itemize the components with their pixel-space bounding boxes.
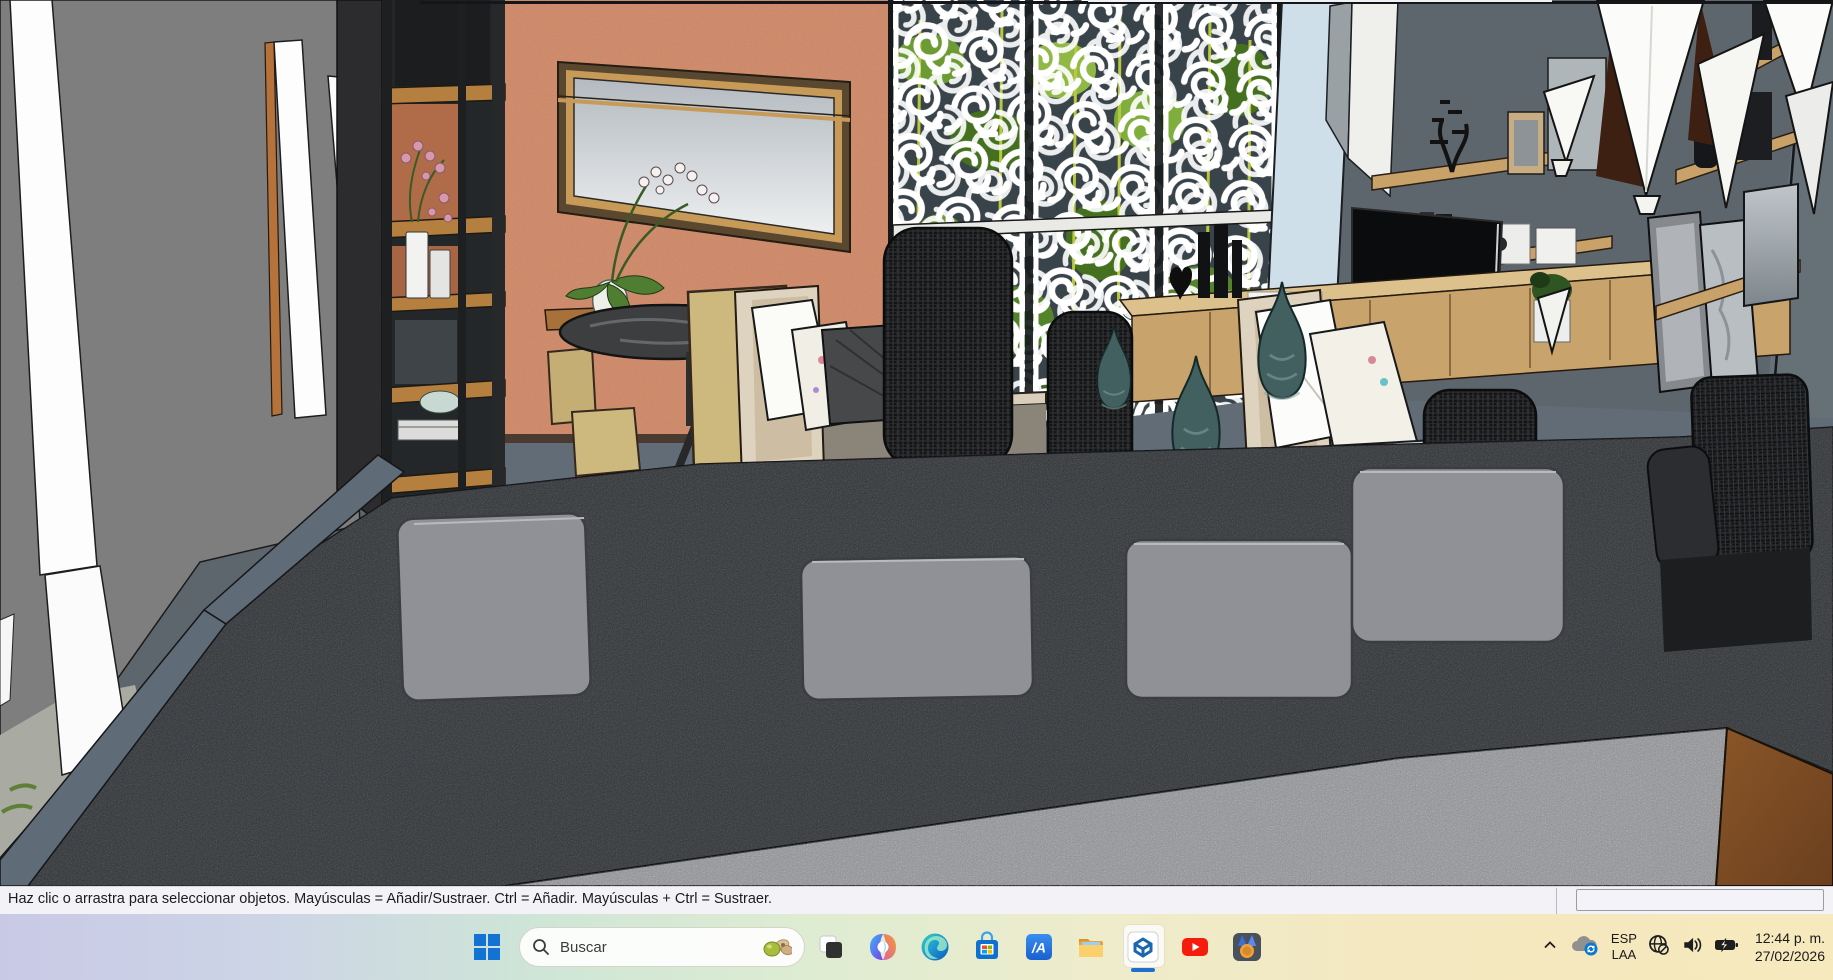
copilot-icon[interactable] (857, 921, 909, 973)
speaker-icon (1681, 934, 1703, 956)
dark-bottle (1198, 232, 1210, 298)
system-tray: ESP LAA (1541, 914, 1825, 980)
magnifier-icon (532, 938, 550, 956)
tray-time: 12:44 p. m. (1755, 929, 1825, 947)
slash-a-app-icon[interactable]: /A (1013, 921, 1065, 973)
taskbar: Buscar (0, 914, 1833, 980)
windows-logo-icon (474, 934, 500, 960)
tan-chair-left (572, 408, 640, 476)
white-vase (406, 232, 428, 298)
stacked-windows-icon[interactable] (805, 921, 857, 973)
start-button[interactable] (465, 925, 509, 969)
globe-no-internet-icon (1648, 934, 1670, 956)
measurements-box[interactable] (1576, 889, 1824, 911)
sketchup-viewport[interactable] (0, 0, 1833, 886)
status-bar: Haz clic o arrastra para seleccionar obj… (0, 886, 1833, 914)
slash-a-glyph: /A (1031, 940, 1046, 956)
tray-date: 27/02/2026 (1755, 947, 1825, 965)
search-box[interactable]: Buscar (519, 927, 805, 967)
language-indicator[interactable]: ESP LAA (1611, 931, 1637, 964)
volume-tray-button[interactable] (1681, 934, 1703, 961)
language-line1: ESP (1611, 931, 1637, 947)
battery-charging-icon (1714, 935, 1740, 955)
status-divider (1556, 888, 1557, 914)
network-tray-button[interactable] (1648, 934, 1670, 961)
shelving-unit (337, 0, 505, 525)
youtube-icon[interactable] (1169, 921, 1221, 973)
onedrive-tray-button[interactable] (1570, 933, 1600, 962)
white-frame (1536, 228, 1576, 264)
clock[interactable]: 12:44 p. m. 27/02/2026 (1755, 929, 1825, 965)
battery-tray-button[interactable] (1714, 935, 1740, 960)
edge-browser-icon[interactable] (909, 921, 961, 973)
file-explorer-icon[interactable] (1065, 921, 1117, 973)
onedrive-sync-icon (1570, 933, 1600, 957)
hidden-icons-button[interactable] (1541, 936, 1559, 959)
sketchup-icon[interactable] (1117, 921, 1169, 973)
desktop-screen: Haz clic o arrastra para seleccionar obj… (0, 0, 1833, 980)
metal-frame (1744, 184, 1798, 306)
books (398, 420, 462, 440)
game-medal-icon[interactable] (1221, 921, 1273, 973)
viewport-canvas[interactable] (0, 0, 1833, 886)
status-message: Haz clic o arrastra para seleccionar obj… (8, 891, 772, 907)
glass-bowl (420, 391, 460, 413)
microsoft-store-icon[interactable] (961, 921, 1013, 973)
language-line2: LAA (1611, 947, 1637, 963)
active-app-indicator (1131, 968, 1155, 972)
chevron-up-icon (1541, 936, 1559, 954)
search-placeholder: Buscar (560, 939, 762, 956)
white-vase-2 (430, 250, 450, 298)
olives-emoji-icon (762, 935, 792, 959)
